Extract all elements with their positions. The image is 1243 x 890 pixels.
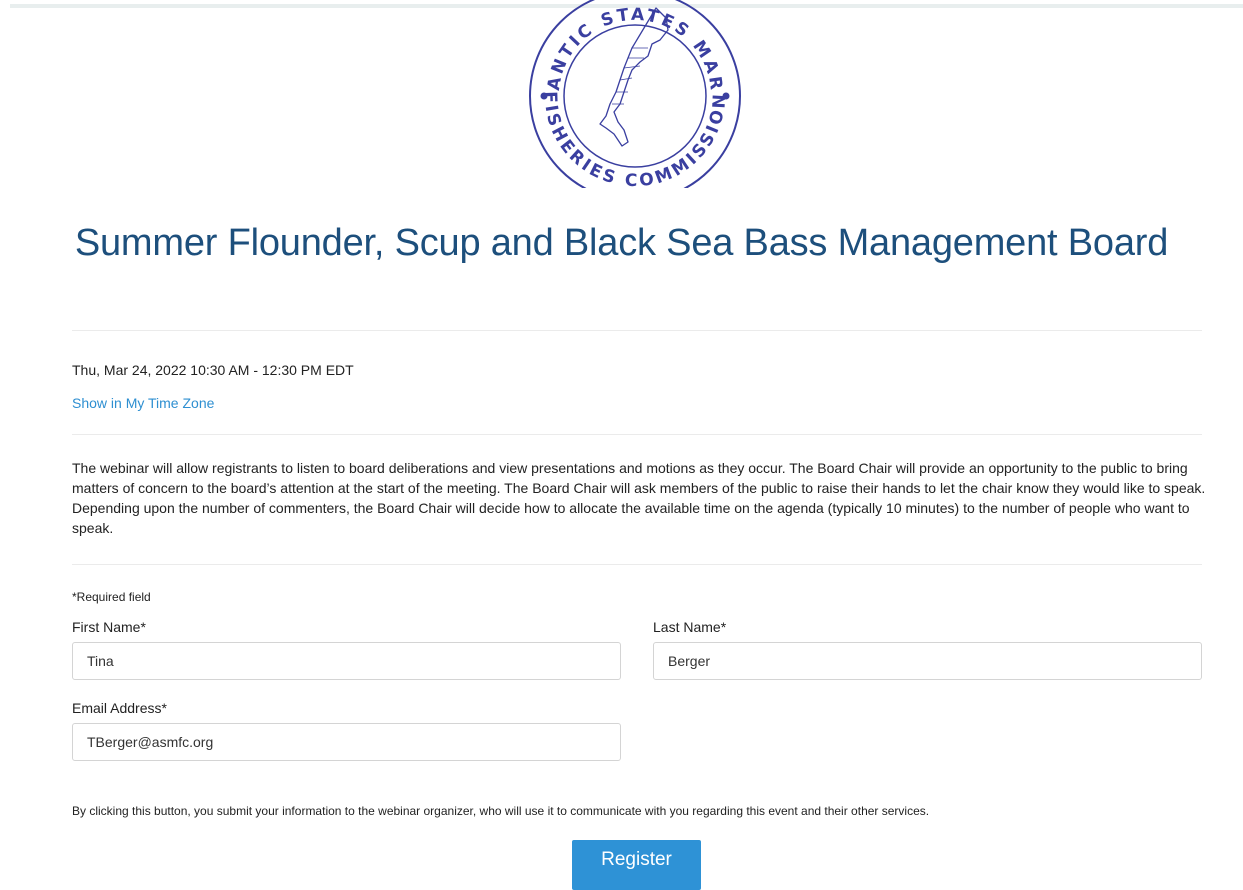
email-field[interactable] [72, 723, 621, 761]
email-address-label: Email Address* [72, 700, 167, 716]
commission-logo: ATLANTIC STATES MARINE FISHERIES COMMISS… [528, 0, 741, 188]
svg-text:ATLANTIC STATES MARINE: ATLANTIC STATES MARINE [528, 0, 726, 94]
divider [72, 434, 1202, 435]
page-title: Summer Flounder, Scup and Black Sea Bass… [74, 222, 1169, 264]
last-name-label: Last Name* [653, 619, 727, 635]
logo-text-top: ATLANTIC STATES MARINE [528, 0, 723, 94]
show-in-my-time-zone-link[interactable]: Show in My Time Zone [72, 395, 214, 411]
event-description: The webinar will allow registrants to li… [72, 460, 1206, 536]
last-name-field[interactable] [653, 642, 1202, 680]
register-button[interactable]: Register [572, 840, 701, 890]
event-datetime: Thu, Mar 24, 2022 10:30 AM - 12:30 PM ED… [72, 362, 354, 378]
first-name-field[interactable] [72, 642, 621, 680]
required-field-note: *Required field [72, 590, 151, 604]
first-name-label: First Name* [72, 619, 146, 635]
divider [72, 330, 1202, 331]
divider [72, 564, 1202, 565]
svg-text:FISHERIES COMMISSION: FISHERIES COMMISSION [540, 91, 730, 188]
logo-text-bottom: FISHERIES COMMISSION [540, 91, 727, 188]
consent-text: By clicking this button, you submit your… [72, 804, 930, 818]
